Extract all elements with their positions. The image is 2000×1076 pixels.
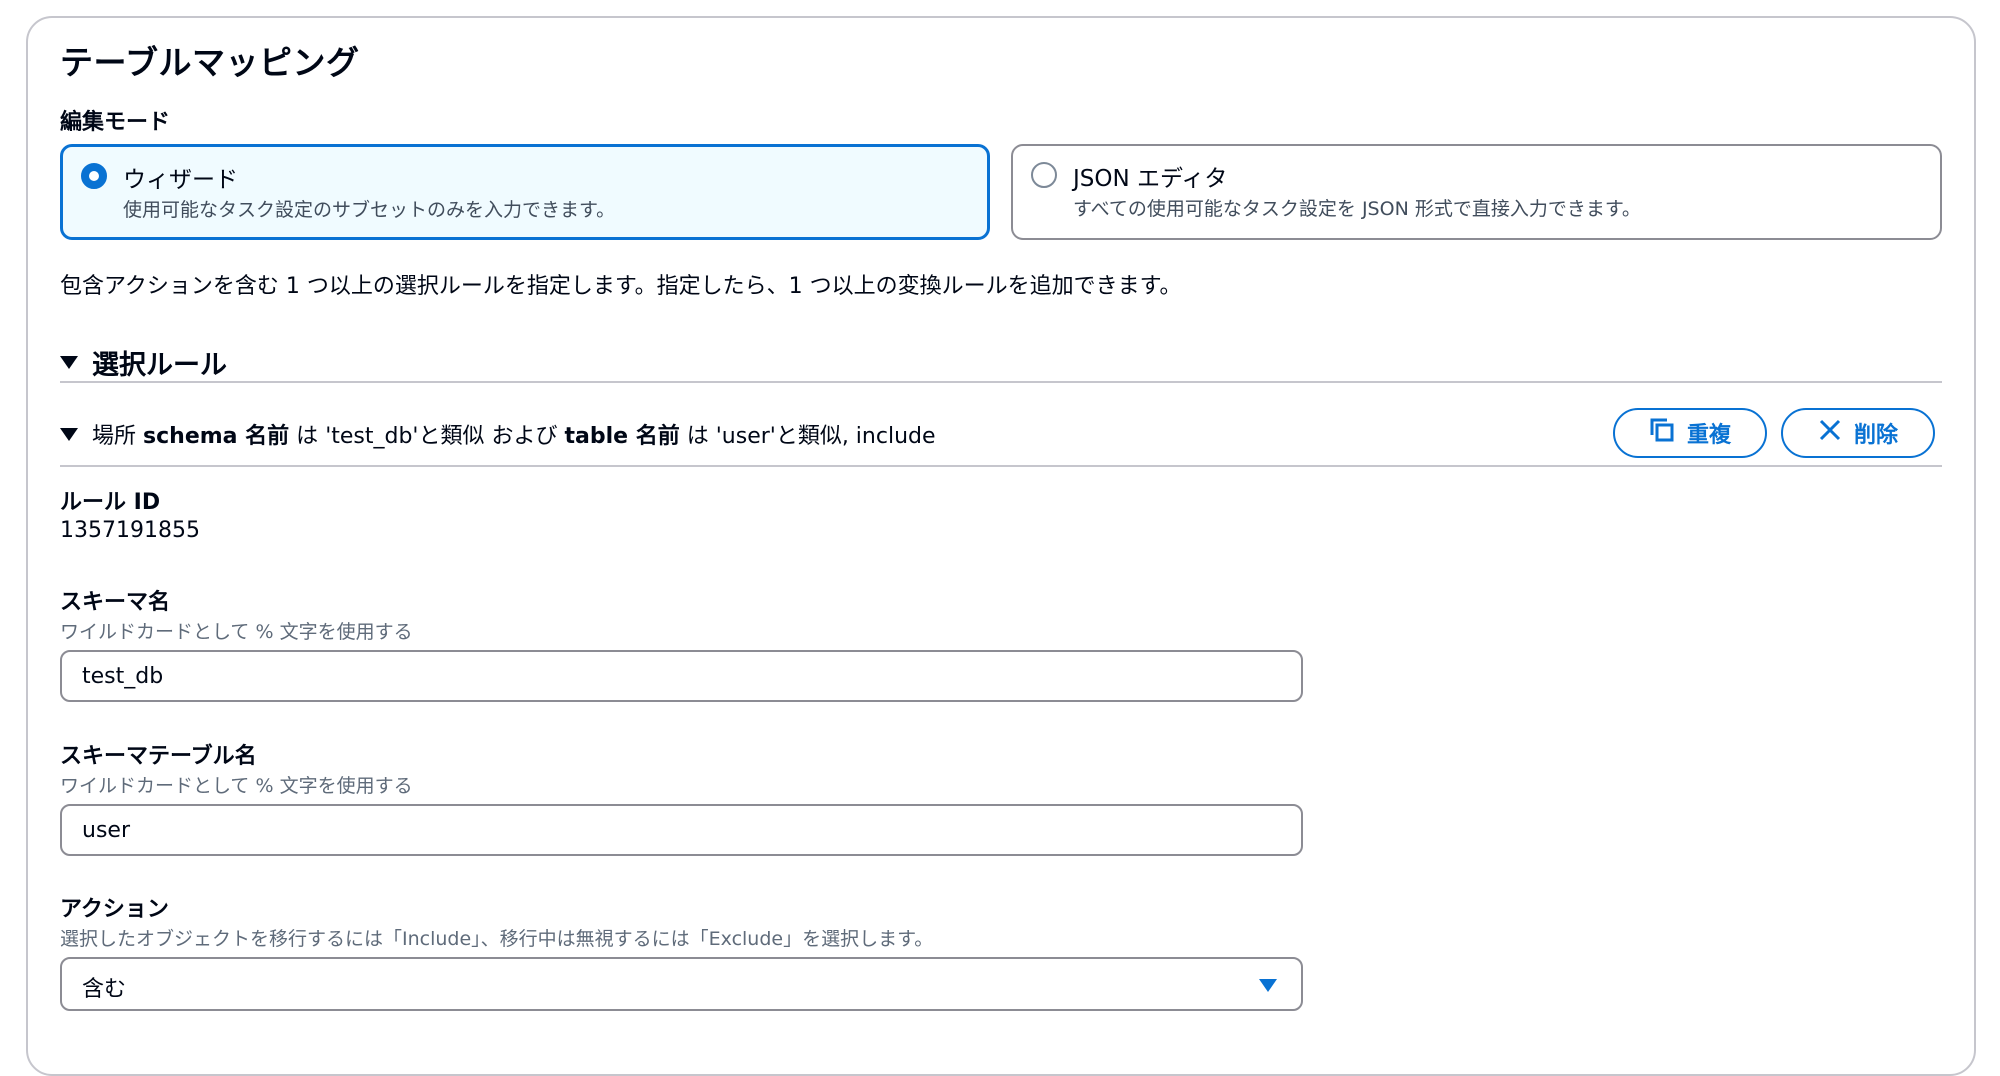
action-select[interactable]: 含む [60, 957, 1303, 1011]
section-title: 選択ルール [92, 350, 227, 381]
mode-title: ウィザード [123, 167, 238, 193]
dropdown-caret-icon [1259, 979, 1277, 992]
page-title: テーブルマッピング [60, 43, 360, 82]
delete-button[interactable]: 削除 [1781, 408, 1935, 458]
rule-id-value: 1357191855 [60, 518, 200, 543]
rule-header[interactable]: 場所 schema 名前 は 'test_db'と類似 および table 名前… [60, 418, 936, 450]
rule-summary: 場所 schema 名前 は 'test_db'と類似 および table 名前… [92, 424, 936, 449]
edit-mode-label: 編集モード [60, 110, 171, 135]
caret-down-icon[interactable] [60, 356, 78, 369]
intro-text: 包含アクションを含む 1 つ以上の選択ルールを指定します。指定したら、1 つ以上… [60, 274, 1182, 299]
radio-selected-icon[interactable] [81, 163, 107, 189]
rule-id-label: ルール ID [60, 490, 161, 515]
duplicate-button[interactable]: 重複 [1613, 408, 1767, 458]
copy-icon [1649, 417, 1675, 449]
table-name-label: スキーマテーブル名 [60, 744, 257, 769]
mode-description: すべての使用可能なタスク設定を JSON 形式で直接入力できます。 [1073, 198, 1641, 220]
schema-name-input[interactable] [60, 650, 1303, 702]
action-hint: 選択したオブジェクトを移行するには「Include」、移行中は無視するには「Ex… [60, 928, 934, 950]
duplicate-label: 重複 [1686, 423, 1731, 448]
mode-description: 使用可能なタスク設定のサブセットのみを入力できます。 [123, 199, 616, 221]
close-icon [1818, 418, 1842, 448]
action-label: アクション [60, 897, 169, 922]
delete-label: 削除 [1853, 423, 1898, 448]
divider [60, 465, 1942, 467]
mode-tile-json-editor[interactable]: JSON エディタ すべての使用可能なタスク設定を JSON 形式で直接入力でき… [1011, 144, 1942, 240]
schema-name-label: スキーマ名 [60, 590, 171, 615]
caret-down-icon[interactable] [60, 427, 78, 441]
selection-rules-header[interactable]: 選択ルール [60, 343, 227, 382]
action-select-value: 含む [82, 977, 127, 1002]
mode-tile-wizard[interactable]: ウィザード 使用可能なタスク設定のサブセットのみを入力できます。 [60, 144, 990, 240]
divider [60, 381, 1942, 383]
schema-name-hint: ワイルドカードとして % 文字を使用する [60, 621, 413, 643]
radio-unselected-icon[interactable] [1031, 162, 1057, 188]
table-name-hint: ワイルドカードとして % 文字を使用する [60, 775, 413, 797]
table-name-input[interactable] [60, 804, 1303, 856]
mode-title: JSON エディタ [1073, 166, 1228, 192]
